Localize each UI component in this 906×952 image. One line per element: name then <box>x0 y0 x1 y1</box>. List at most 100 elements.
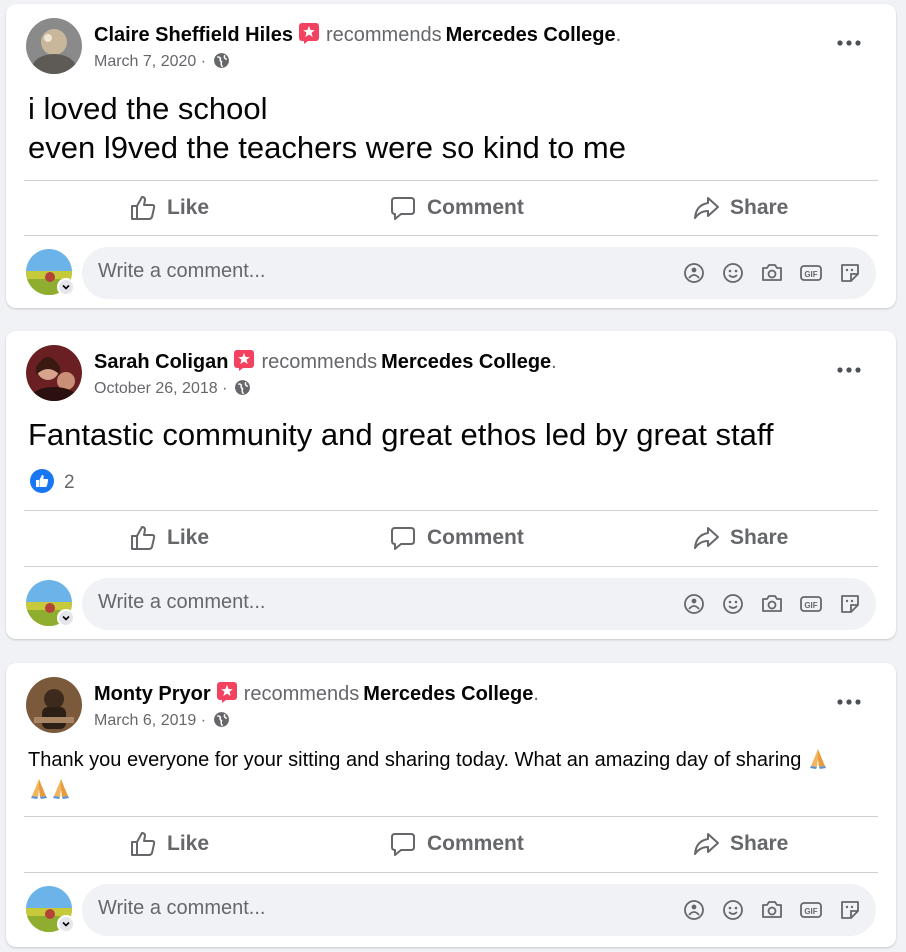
folded-hands-emoji <box>807 747 829 769</box>
like-label: Like <box>167 526 210 549</box>
composer-tools: GIF <box>669 259 864 287</box>
post-header: Monty Pryor recommends Mercedes College. M… <box>26 677 876 735</box>
action-bar: Like Comment Share <box>24 817 878 871</box>
comment-placeholder: Write a comment... <box>98 897 266 919</box>
smiley-icon[interactable] <box>719 896 747 924</box>
svg-text:GIF: GIF <box>804 270 817 279</box>
comment-input[interactable]: Write a comment... GIF <box>82 578 876 630</box>
page-name[interactable]: Mercedes College <box>363 683 533 705</box>
page-period: . <box>533 683 539 705</box>
post-text-line: Fantastic community and great ethos led … <box>28 417 774 452</box>
gif-icon[interactable]: GIF <box>797 896 825 924</box>
action-bar: Like Comment Share <box>24 181 878 235</box>
more-options-icon[interactable] <box>836 695 862 707</box>
avatar-frame-icon[interactable] <box>680 590 708 618</box>
avatar-frame-icon[interactable] <box>680 259 708 287</box>
author-avatar[interactable] <box>26 18 82 74</box>
comment-composer: Write a comment... GIF <box>26 578 876 630</box>
post-header: Sarah Coligan recommends Mercedes College.… <box>26 345 876 403</box>
camera-icon[interactable] <box>758 590 786 618</box>
sticker-icon[interactable] <box>836 590 864 618</box>
post-meta: March 6, 2019 · <box>94 711 230 730</box>
reaction-count: 2 <box>64 472 75 493</box>
post-header: Claire Sheffield Hiles recommends Mercedes… <box>26 18 876 76</box>
comment-button[interactable]: Comment <box>389 511 524 565</box>
date-separator: · <box>200 53 207 70</box>
page-period: . <box>615 24 622 46</box>
author-line: Monty Pryor recommends Mercedes College. <box>94 681 539 706</box>
divider <box>24 566 878 567</box>
share-button[interactable]: Share <box>692 511 788 565</box>
like-reaction-icon <box>30 469 54 493</box>
divider <box>24 235 878 236</box>
share-button[interactable]: Share <box>692 181 788 235</box>
author-avatar[interactable] <box>26 677 82 733</box>
author-name[interactable]: Monty Pryor <box>94 683 211 705</box>
camera-icon[interactable] <box>758 259 786 287</box>
avatar-frame-icon[interactable] <box>680 896 708 924</box>
comment-composer: Write a comment... GIF <box>26 247 876 299</box>
author-avatar[interactable] <box>26 345 82 401</box>
chevron-down-icon[interactable] <box>57 915 75 933</box>
page-name[interactable]: Mercedes College <box>381 351 551 373</box>
gif-icon[interactable]: GIF <box>797 259 825 287</box>
like-button[interactable]: Like <box>129 511 209 565</box>
post-text-body: Thank you everyone for your sitting and … <box>28 749 802 771</box>
share-label: Share <box>730 832 789 855</box>
share-arrow-icon <box>694 527 719 549</box>
action-bar: Like Comment Share <box>24 511 878 565</box>
sticker-icon[interactable] <box>836 259 864 287</box>
comment-button[interactable]: Comment <box>389 181 524 235</box>
thumbs-up-icon <box>131 526 156 550</box>
recommends-label: recommends <box>325 24 442 46</box>
thumbs-up-icon <box>131 832 156 856</box>
post-card: Claire Sheffield Hiles recommends Mercedes… <box>6 4 896 308</box>
like-button[interactable]: Like <box>129 817 209 871</box>
thumbs-up-icon <box>131 196 156 220</box>
post-date[interactable]: March 7, 2020 <box>94 53 196 70</box>
comment-label: Comment <box>427 196 524 219</box>
chevron-down-icon[interactable] <box>57 609 75 627</box>
author-name[interactable]: Sarah Coligan <box>94 351 228 373</box>
author-line: Claire Sheffield Hiles recommends Mercedes… <box>94 22 621 47</box>
globe-icon <box>234 379 251 396</box>
comment-input[interactable]: Write a comment... GIF <box>82 884 876 936</box>
chevron-down-icon[interactable] <box>57 278 75 296</box>
post-card: Monty Pryor recommends Mercedes College. M… <box>6 663 896 947</box>
folded-hands-emoji <box>28 777 50 799</box>
speech-bubble-icon <box>391 527 415 550</box>
recommends-label: recommends <box>261 351 378 373</box>
speech-bubble-icon <box>391 197 415 220</box>
divider <box>24 872 878 873</box>
share-label: Share <box>730 526 789 549</box>
svg-text:GIF: GIF <box>804 601 817 610</box>
composer-tools: GIF <box>669 896 864 924</box>
more-options-icon[interactable] <box>836 36 862 48</box>
page-period: . <box>551 351 557 373</box>
svg-text:GIF: GIF <box>804 907 817 916</box>
composer-tools: GIF <box>669 590 864 618</box>
star-badge-icon <box>216 681 238 703</box>
gif-icon[interactable]: GIF <box>797 590 825 618</box>
post-text-line: even l9ved the teachers were so kind to … <box>28 130 626 165</box>
post-text: Thank you everyone for your sitting and … <box>28 745 856 805</box>
page-name[interactable]: Mercedes College <box>446 24 616 46</box>
share-button[interactable]: Share <box>692 817 788 871</box>
post-date[interactable]: March 6, 2019 <box>94 712 196 729</box>
feed: Claire Sheffield Hiles recommends Mercedes… <box>0 0 906 952</box>
like-label: Like <box>167 832 210 855</box>
smiley-icon[interactable] <box>719 259 747 287</box>
folded-hands-emoji <box>50 777 72 799</box>
author-name[interactable]: Claire Sheffield Hiles <box>94 24 293 46</box>
comment-label: Comment <box>427 832 524 855</box>
sticker-icon[interactable] <box>836 896 864 924</box>
comment-label: Comment <box>427 526 524 549</box>
reaction-summary[interactable]: 2 <box>30 469 75 494</box>
camera-icon[interactable] <box>758 896 786 924</box>
more-options-icon[interactable] <box>836 363 862 375</box>
post-date[interactable]: October 26, 2018 <box>94 380 218 397</box>
comment-input[interactable]: Write a comment... GIF <box>82 247 876 299</box>
smiley-icon[interactable] <box>719 590 747 618</box>
like-button[interactable]: Like <box>129 181 209 235</box>
comment-button[interactable]: Comment <box>389 817 524 871</box>
